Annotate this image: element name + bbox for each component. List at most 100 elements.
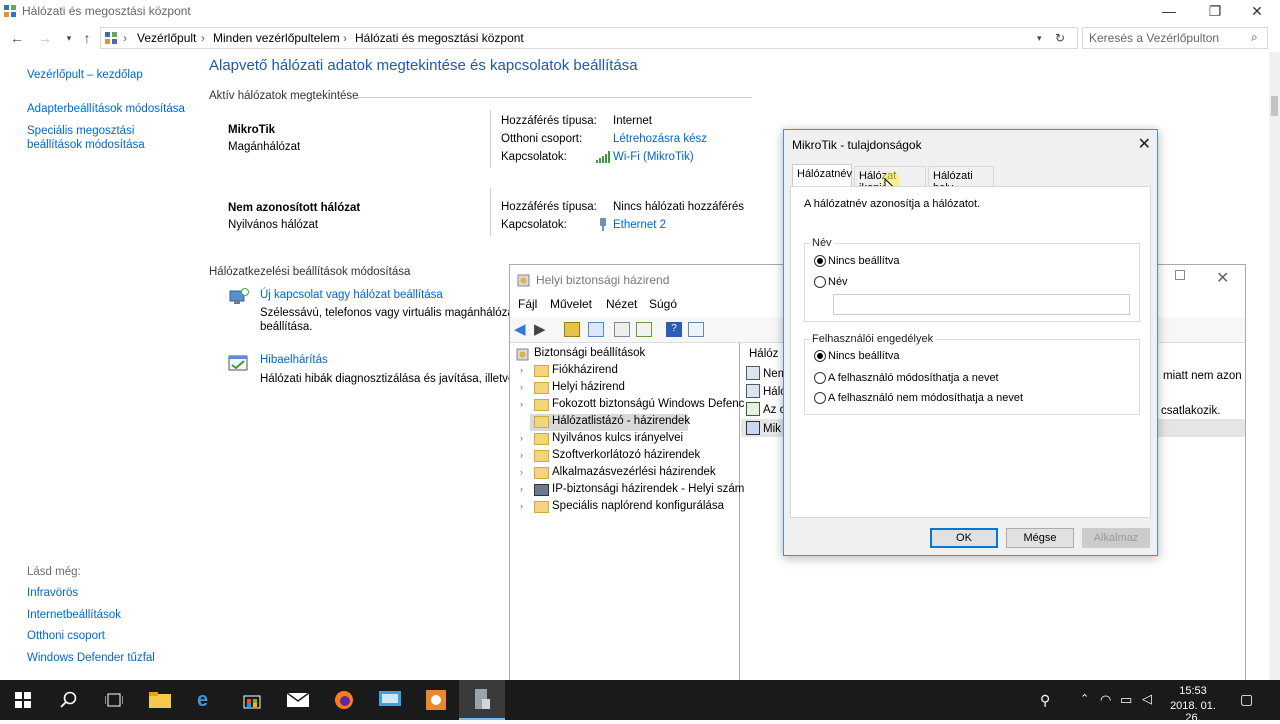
console-view-icon[interactable] [688, 322, 704, 337]
divider [358, 97, 752, 98]
tab-network-name[interactable]: Hálózatnév [792, 164, 852, 187]
start-button[interactable] [0, 680, 46, 720]
firefox-button[interactable] [321, 680, 367, 720]
wifi-icon[interactable]: ◠ [1100, 692, 1111, 708]
breadcrumb-item[interactable]: Vezérlőpult [137, 31, 196, 45]
page-title: Alapvető hálózati adatok megtekintése és… [209, 57, 638, 74]
search-placeholder: Keresés a Vezérlőpulton [1089, 31, 1220, 45]
expand-icon[interactable]: › [520, 382, 523, 392]
label: Hozzáférés típusa: [501, 115, 597, 127]
expand-icon[interactable]: › [520, 433, 523, 443]
homegroup-link[interactable]: Létrehozásra kész [613, 133, 707, 145]
new-connection-link[interactable]: Új kapcsolat vagy hálózat beállítása [260, 289, 443, 301]
tree-label: Helyi házirend [552, 381, 625, 393]
troubleshoot-link[interactable]: Hibaelhárítás [260, 354, 328, 366]
see-also-link[interactable]: Infravörös [27, 586, 78, 600]
title-bar: Hálózati és megosztási központ — ❐ ✕ [0, 0, 1280, 24]
radio-perm-cannot-change[interactable] [814, 392, 826, 404]
search-input[interactable]: Keresés a Vezérlőpulton ⌕ [1082, 27, 1268, 49]
network-icon [746, 384, 760, 398]
chevron-down-icon[interactable]: ▾ [1037, 33, 1042, 44]
edge-icon: e [197, 689, 209, 711]
control-panel-icon [4, 5, 16, 17]
search-icon [60, 691, 77, 708]
see-also-link[interactable]: Windows Defender tűzfal [27, 651, 155, 665]
network-icon [746, 421, 760, 435]
back-icon[interactable]: ← [6, 28, 28, 48]
tree-label: Fiókházirend [552, 364, 618, 376]
see-also-link[interactable]: Internetbeállítások [27, 608, 121, 622]
left-link-home[interactable]: Vezérlőpult – kezdőlap [27, 68, 143, 82]
maximize-button[interactable] [1175, 270, 1185, 280]
scrollbar[interactable] [1269, 52, 1280, 680]
section-heading: Hálózatkezelési beállítások módosítása [209, 266, 411, 278]
maximize-button[interactable]: ❐ [1192, 0, 1238, 24]
tree-item-selected[interactable]: Hálózatlistázó - házirendek [530, 414, 690, 431]
see-also-link[interactable]: Otthoni csoport [27, 629, 105, 643]
menu-help[interactable]: Súgó [649, 297, 677, 311]
expand-icon[interactable]: › [520, 484, 523, 494]
refresh-icon[interactable]: ↻ [1055, 31, 1065, 45]
minimize-button[interactable]: — [1146, 0, 1192, 24]
volume-icon[interactable]: ◁ [1142, 691, 1152, 707]
ok-button[interactable]: OK [930, 528, 998, 548]
see-also-heading: Lásd még: [27, 566, 81, 578]
expand-icon[interactable]: › [520, 467, 523, 477]
close-button[interactable]: ✕ [1234, 0, 1280, 24]
cancel-button[interactable]: Mégse [1006, 528, 1074, 548]
breadcrumb-item[interactable]: Minden vezérlőpultelem [213, 31, 340, 45]
wifi-connection-link[interactable]: Wi-Fi (MikroTik) [613, 151, 694, 163]
menu-view[interactable]: Nézet [606, 297, 637, 311]
properties-icon[interactable] [614, 322, 630, 337]
radio-perm-can-change[interactable] [814, 372, 826, 384]
action-center-icon[interactable]: ▢ [1240, 691, 1253, 708]
address-bar[interactable]: › Vezérlőpult › Minden vezérlőpultelem ›… [100, 27, 1078, 49]
expand-icon[interactable]: › [520, 365, 523, 375]
clock[interactable]: 15:53 2018. 01. 26. [1162, 685, 1224, 724]
export-list-icon[interactable] [636, 322, 652, 337]
scrollbar-thumb[interactable] [1271, 96, 1278, 116]
left-link-adapter[interactable]: Adapterbeállítások módosítása [27, 102, 185, 116]
tab-network-location[interactable]: Hálózati hely [928, 166, 994, 194]
forward-icon[interactable]: → [34, 28, 56, 48]
list-item[interactable]: Mik [763, 423, 781, 435]
up-folder-icon[interactable] [564, 322, 580, 337]
left-link-advanced-2[interactable]: beállítások módosítása [27, 138, 145, 152]
battery-icon[interactable]: ▭ [1120, 692, 1132, 708]
expand-icon[interactable]: › [520, 450, 523, 460]
task-view-button[interactable] [91, 680, 137, 720]
label: Hozzáférés típusa: [501, 201, 597, 213]
edge-button[interactable]: e [183, 680, 229, 720]
forward-icon[interactable]: ▶ [534, 320, 546, 338]
label: Otthoni csoport: [501, 133, 583, 145]
remote-desktop-button[interactable] [367, 680, 413, 720]
left-link-advanced-1[interactable]: Speciális megosztási [27, 124, 134, 138]
mail-button[interactable] [275, 680, 321, 720]
chevron-up-icon[interactable]: ⌃ [1080, 692, 1089, 705]
folder-icon [534, 467, 549, 479]
close-button[interactable]: ✕ [1216, 268, 1229, 288]
help-icon[interactable]: ? [666, 322, 682, 337]
close-button[interactable]: ✕ [1138, 134, 1151, 154]
apply-button[interactable]: Alkalmaz [1082, 528, 1150, 548]
network-name-field[interactable] [833, 294, 1130, 315]
menu-action[interactable]: Művelet [550, 297, 592, 311]
expand-icon[interactable]: › [520, 501, 523, 511]
show-hide-tree-icon[interactable] [588, 322, 604, 337]
radio-name-not-set[interactable] [814, 255, 826, 267]
ethernet-connection-link[interactable]: Ethernet 2 [613, 219, 666, 231]
up-icon[interactable]: ↑ [76, 28, 98, 48]
security-policy-taskbar-button[interactable] [459, 680, 505, 720]
search-button[interactable] [46, 680, 92, 720]
store-button[interactable] [229, 680, 275, 720]
menu-file[interactable]: Fájl [518, 297, 537, 311]
breadcrumb-item[interactable]: Hálózati és megosztási központ [355, 31, 524, 45]
radio-label: Nincs beállítva [828, 255, 900, 267]
people-icon[interactable]: ⚲ [1040, 692, 1050, 709]
radio-perm-not-set[interactable] [814, 350, 826, 362]
back-icon[interactable]: ◀ [514, 320, 526, 338]
file-explorer-button[interactable] [137, 680, 183, 720]
app-button[interactable] [413, 680, 459, 720]
radio-name-custom[interactable] [814, 276, 826, 288]
expand-icon[interactable]: › [520, 399, 523, 409]
